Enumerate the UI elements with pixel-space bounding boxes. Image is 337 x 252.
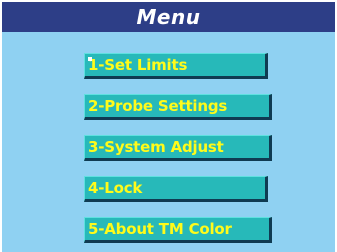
menu-panel: Menu 1-Set Limits 2-Probe Settings 3-Sys… <box>2 2 335 252</box>
menu-screen: Menu 1-Set Limits 2-Probe Settings 3-Sys… <box>0 0 337 252</box>
menu-item-probe-settings[interactable]: 2-Probe Settings <box>84 94 272 120</box>
menu-item-set-limits[interactable]: 1-Set Limits <box>84 53 268 79</box>
menu-item-system-adjust[interactable]: 3-System Adjust <box>84 135 272 161</box>
menu-title: Menu <box>136 5 201 29</box>
menu-item-label: 1-Set Limits <box>88 56 188 74</box>
title-bar: Menu <box>2 2 335 32</box>
selection-cursor-icon <box>88 57 92 61</box>
menu-item-label: 4-Lock <box>88 179 143 197</box>
menu-item-label: 5-About TM Color <box>88 220 232 238</box>
menu-item-about-tm-color[interactable]: 5-About TM Color <box>84 217 272 243</box>
menu-item-label: 3-System Adjust <box>88 138 224 156</box>
menu-item-lock[interactable]: 4-Lock <box>84 176 268 202</box>
menu-item-label: 2-Probe Settings <box>88 97 228 115</box>
